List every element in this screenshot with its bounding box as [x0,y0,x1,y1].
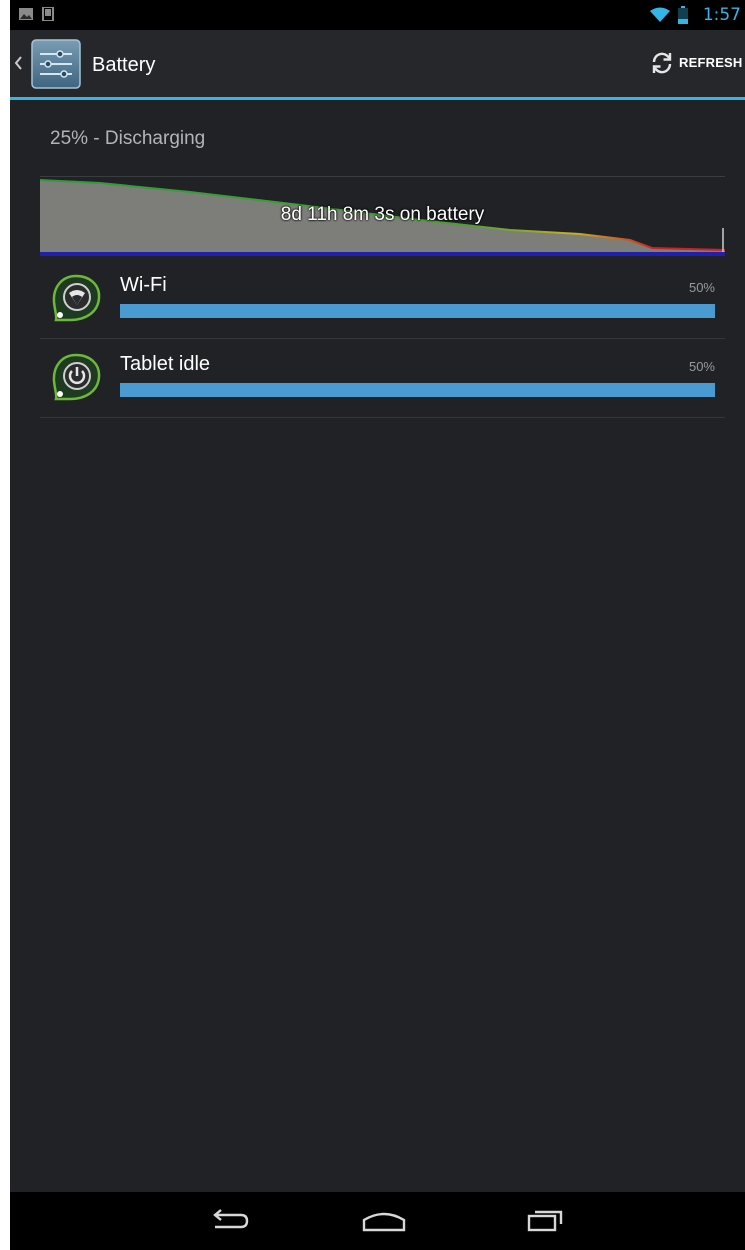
action-bar: Battery REFRESH [10,30,745,100]
usage-percent: 50% [688,280,715,295]
home-icon[interactable] [354,1206,414,1236]
battery-status-text: 25% - Discharging [50,128,206,149]
usage-percent: 50% [688,359,715,374]
graph-divider [40,176,725,177]
usage-row-wifi[interactable]: Wi-Fi 50% [40,260,725,339]
gallery-notification-icon [19,8,33,20]
usage-label: Tablet idle [120,353,211,375]
battery-graph-baseline [40,252,725,256]
usage-bar [120,304,715,318]
status-bar: 1:57 [10,0,745,30]
refresh-button[interactable]: REFRESH [647,44,745,84]
usage-label: Wi-Fi [120,274,167,296]
usage-bar [120,383,715,397]
screenshot-notification-icon [42,7,54,21]
back-icon[interactable] [195,1206,255,1236]
usage-row-tablet-idle[interactable]: Tablet idle 50% [40,339,725,418]
usage-bar-fill [120,304,715,318]
usage-bar-fill [120,383,715,397]
up-caret-icon[interactable] [14,56,22,70]
refresh-icon [652,52,672,74]
wifi-app-icon [52,274,101,322]
battery-history-graph[interactable]: 8d 11h 8m 3s on battery [39,178,726,258]
page-title: Battery [92,54,156,76]
refresh-label: REFRESH [679,55,743,70]
screen: 1:57 Battery REFRESH 25% - Discharging 8… [10,0,745,1250]
battery-duration-label: 8d 11h 8m 3s on battery [280,204,485,225]
wifi-icon [650,7,670,22]
settings-app-icon[interactable] [30,38,82,90]
status-clock: 1:57 [702,5,741,25]
recent-apps-icon[interactable] [515,1206,575,1236]
battery-icon [678,6,688,24]
navigation-bar [10,1192,745,1250]
power-app-icon [52,353,101,401]
